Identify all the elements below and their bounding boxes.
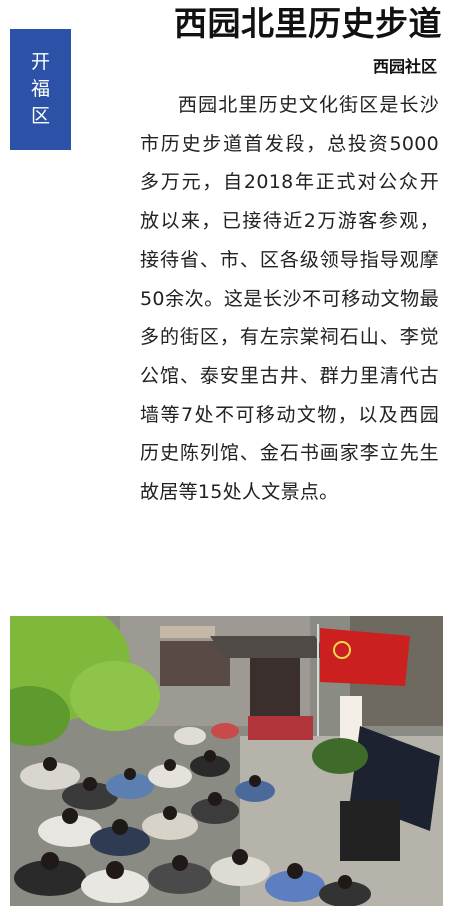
tree-foliage-2: [70, 661, 160, 731]
article-title: 西园北里历史步道: [174, 4, 442, 43]
article-body: 西园北里历史文化街区是长沙市历史步道首发段，总投资5000多万元，自2018年正…: [140, 94, 439, 504]
red-flag: [320, 628, 410, 686]
gathering-photo: [10, 616, 443, 906]
planter-green: [312, 738, 368, 774]
tv-stand: [340, 801, 400, 861]
article-source: 西园社区: [372, 57, 437, 76]
roof: [210, 636, 330, 658]
red-table: [248, 716, 313, 740]
district-tag: 开福区: [10, 29, 71, 150]
district-tag-label: 开福区: [30, 51, 50, 127]
wall-sign: [160, 626, 215, 638]
